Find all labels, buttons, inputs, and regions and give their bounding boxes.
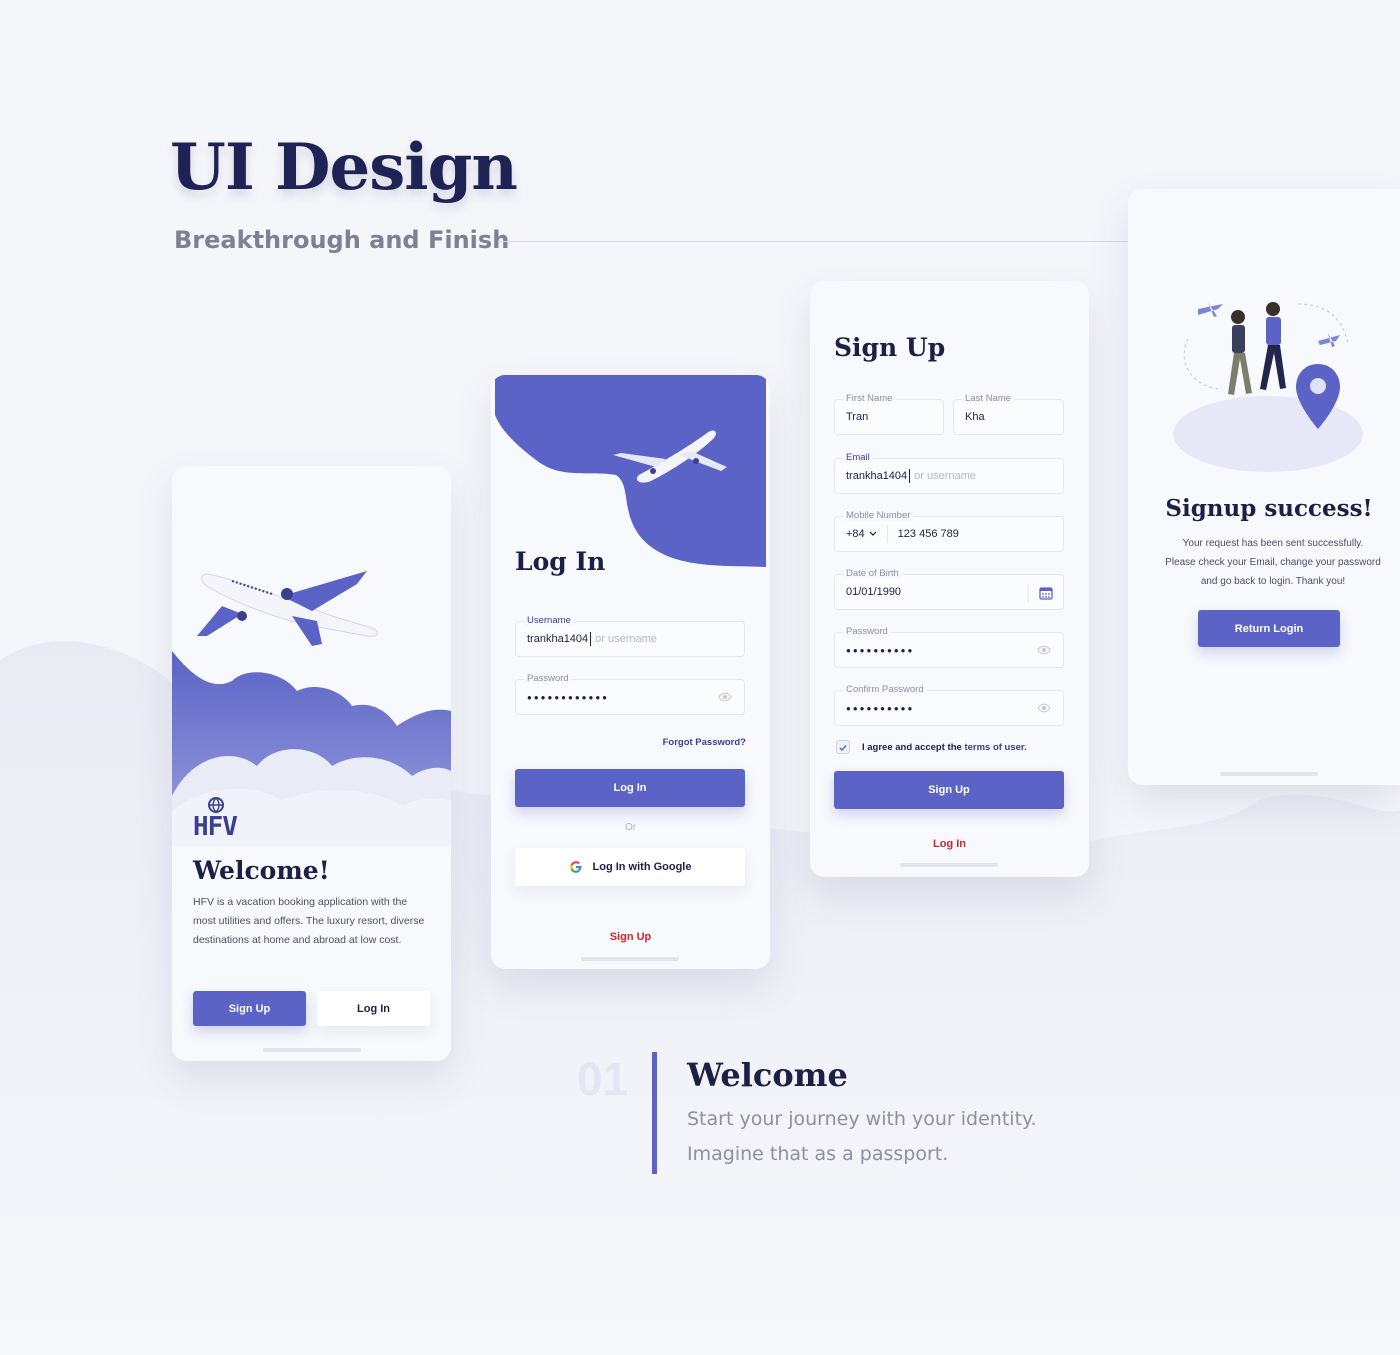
mobile-field[interactable]: +84 123 456 789	[834, 516, 1064, 552]
eye-icon[interactable]	[1037, 703, 1051, 713]
home-indicator	[263, 1048, 361, 1052]
signup-button[interactable]: Sign Up	[193, 991, 306, 1026]
divider	[498, 241, 1138, 242]
last-name-label: Last Name	[962, 393, 1014, 404]
hero-subtitle: Breakthrough and Finish	[174, 226, 510, 254]
hero-title: UI Design	[170, 130, 518, 205]
section-number: 01	[577, 1053, 629, 1105]
success-message: Your request has been sent successfully.…	[1128, 534, 1400, 591]
login-submit-button[interactable]: Log In	[515, 769, 745, 807]
country-code-select[interactable]: +84	[846, 525, 888, 543]
home-indicator	[1220, 772, 1318, 776]
terms-link[interactable]: terms of user.	[964, 742, 1026, 753]
email-placeholder: or username	[914, 470, 976, 482]
terms-prefix: I agree and accept the	[862, 742, 965, 753]
text-caret	[590, 632, 592, 646]
signup-password-field[interactable]: ●●●●●●●●●●	[834, 632, 1064, 668]
travelers-illustration	[1173, 302, 1363, 472]
return-login-button[interactable]: Return Login	[1198, 610, 1340, 647]
mobile-value: 123 456 789	[897, 528, 959, 540]
confirm-password-label: Confirm Password	[843, 684, 927, 695]
success-line-1: Your request has been sent successfully.	[1182, 538, 1364, 549]
password-value: ●●●●●●●●●●●●	[527, 692, 609, 702]
success-title: Signup success!	[1165, 495, 1373, 522]
dob-label: Date of Birth	[843, 568, 902, 579]
login-screen: Log In trankha1404 or username Username ●…	[491, 375, 770, 969]
mobile-label: Mobile Number	[843, 510, 914, 521]
signup-title: Sign Up	[834, 333, 946, 362]
terms-text: I agree and accept the terms of user.	[862, 742, 1027, 753]
success-line-3: and go back to login. Thank you!	[1200, 576, 1346, 587]
signup-password-value: ●●●●●●●●●●	[846, 645, 915, 655]
section-line-2: Imagine that as a passport.	[687, 1143, 949, 1165]
signup-password-label: Password	[843, 626, 891, 637]
google-icon	[569, 861, 581, 873]
username-value: trankha1404	[527, 633, 589, 645]
google-login-label: Log In with Google	[592, 861, 692, 873]
signup-submit-button[interactable]: Sign Up	[834, 771, 1064, 809]
login-button[interactable]: Log In	[317, 991, 430, 1026]
email-value: trankha1404	[846, 470, 908, 482]
email-field[interactable]: trankha1404 or username	[834, 458, 1064, 494]
calendar-icon[interactable]	[1039, 586, 1053, 600]
dob-divider	[1028, 584, 1029, 602]
last-name-value: Kha	[965, 411, 985, 423]
eye-icon[interactable]	[718, 692, 732, 702]
success-line-2: Please check your Email, change your pas…	[1165, 557, 1381, 568]
login-link[interactable]: Log In	[810, 838, 1089, 850]
username-label: Username	[524, 615, 574, 626]
first-name-value: Tran	[846, 411, 869, 423]
home-indicator	[900, 863, 998, 867]
or-divider-label: Or	[624, 822, 637, 833]
password-field[interactable]: ●●●●●●●●●●●●	[515, 679, 745, 715]
last-name-field[interactable]: Kha	[953, 399, 1064, 435]
airplane-icon	[1318, 333, 1340, 347]
text-caret	[909, 469, 911, 483]
home-indicator	[581, 957, 679, 961]
confirm-password-value: ●●●●●●●●●●	[846, 703, 915, 713]
airplane-icon	[1198, 303, 1223, 317]
section-title: Welcome	[687, 1056, 848, 1094]
first-name-label: First Name	[843, 393, 896, 404]
section-line-1: Start your journey with your identity.	[687, 1108, 1037, 1130]
login-title: Log In	[515, 547, 606, 576]
dob-value: 01/01/1990	[846, 586, 902, 598]
first-name-field[interactable]: Tran	[834, 399, 944, 435]
welcome-illustration	[172, 571, 451, 846]
airplane-icon	[197, 571, 378, 646]
welcome-description: HFV is a vacation booking application wi…	[193, 896, 425, 946]
signup-link[interactable]: Sign Up	[491, 931, 770, 943]
email-label: Email	[843, 452, 873, 463]
chevron-down-icon	[869, 531, 877, 536]
password-label: Password	[524, 673, 572, 684]
country-code-value: +84	[846, 528, 865, 540]
terms-checkbox[interactable]	[836, 740, 850, 754]
app-logo: HFV	[193, 812, 238, 842]
signup-screen: Sign Up Tran First Name Kha Last Name tr…	[810, 281, 1089, 877]
eye-icon[interactable]	[1037, 645, 1051, 655]
confirm-password-field[interactable]: ●●●●●●●●●●	[834, 690, 1064, 726]
check-icon	[839, 745, 847, 752]
dob-field[interactable]: 01/01/1990	[834, 574, 1064, 610]
username-field[interactable]: trankha1404 or username	[515, 621, 745, 657]
welcome-title: Welcome!	[193, 856, 330, 885]
welcome-screen: HFV Welcome! HFV is a vacation booking a…	[172, 466, 451, 1061]
google-login-button[interactable]: Log In with Google	[515, 848, 745, 886]
forgot-password-link[interactable]: Forgot Password?	[663, 737, 746, 748]
section-accent-bar	[652, 1052, 657, 1174]
username-placeholder: or username	[595, 633, 657, 645]
success-screen: Signup success! Your request has been se…	[1128, 189, 1400, 785]
